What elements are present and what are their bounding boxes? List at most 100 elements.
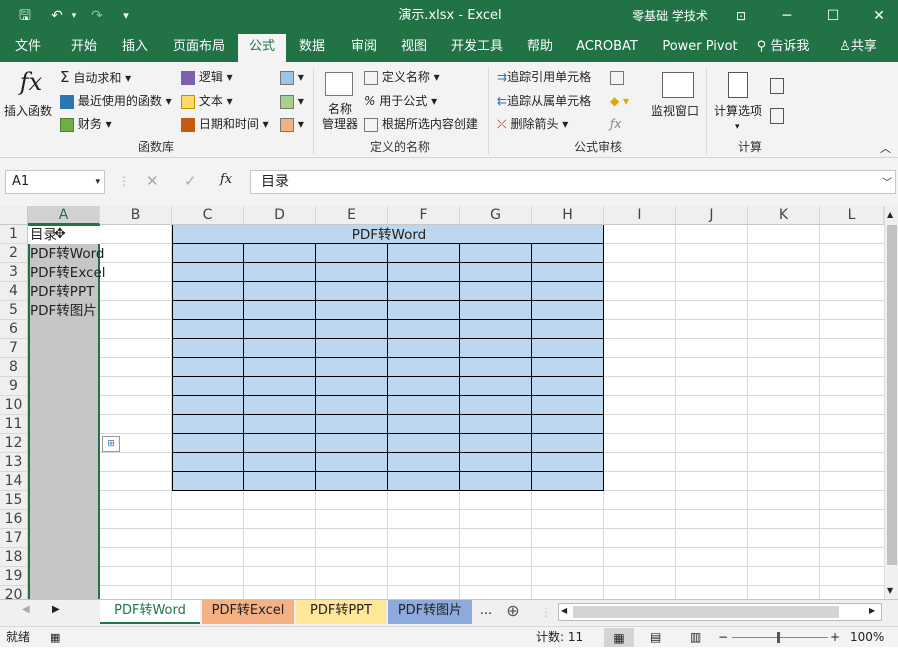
row-header-9[interactable]: 9 (0, 377, 28, 396)
column-header-h[interactable]: H (532, 206, 604, 225)
name-manager-button[interactable]: 名称 管理器 (320, 102, 360, 132)
calc-options-dropdown-icon[interactable]: ▾ (735, 118, 740, 136)
insert-function-fx-icon[interactable]: fx (220, 172, 232, 187)
column-header-e[interactable]: E (316, 206, 388, 225)
create-from-selection-button[interactable]: 根据所选内容创建 (364, 115, 478, 133)
row-header-11[interactable]: 11 (0, 415, 28, 434)
row-header-5[interactable]: 5 (0, 301, 28, 320)
maximize-button[interactable]: ☐ (810, 0, 856, 32)
scroll-left-icon[interactable]: ◀ (561, 606, 567, 615)
zoom-in-icon[interactable]: + (830, 627, 840, 648)
column-header-k[interactable]: K (748, 206, 820, 225)
sheet-tab-pdf-excel[interactable]: PDF转Excel (202, 600, 294, 624)
row-header-16[interactable]: 16 (0, 510, 28, 529)
tab-insert[interactable]: 插入 (112, 32, 158, 62)
cell-a3[interactable]: PDF转Excel (28, 264, 106, 282)
calculator-icon[interactable] (728, 72, 748, 98)
row-header-12[interactable]: 12 (0, 434, 28, 453)
user-name[interactable]: 零基础 学技术 (610, 0, 730, 32)
column-header-j[interactable]: J (676, 206, 748, 225)
cell-a5[interactable]: PDF转图片 (28, 302, 97, 320)
macro-record-icon[interactable]: ▦ (50, 627, 60, 648)
trace-precedents-button[interactable]: ⇉追踪引用单元格 (497, 68, 591, 86)
collapse-ribbon-icon[interactable]: ︿ (880, 140, 891, 158)
undo-icon[interactable]: ↶ (46, 6, 68, 26)
remove-arrows-button[interactable]: ⤫ 删除箭头 ▾ (497, 115, 568, 133)
worksheet[interactable]: A B C D E F G H I J K L 1 2 3 4 5 6 7 8 9 10 11 12 1… (0, 206, 898, 599)
row-header-19[interactable]: 19 (0, 567, 28, 586)
column-header-l[interactable]: L (820, 206, 884, 225)
normal-view-icon[interactable]: ▦ (604, 628, 634, 647)
watch-window-icon[interactable] (662, 72, 694, 98)
calculate-now-icon[interactable] (770, 78, 784, 94)
column-header-c[interactable]: C (172, 206, 244, 225)
enter-icon[interactable]: ✓ (184, 172, 197, 190)
redo-icon[interactable]: ↷ (86, 6, 108, 26)
financial-button[interactable]: 财务 ▾ (60, 115, 112, 133)
name-box[interactable]: A1 ▾ (5, 170, 105, 194)
datetime-button[interactable]: 日期和时间 ▾ (181, 115, 269, 133)
lookup-button[interactable]: ▾ (280, 68, 304, 86)
zoom-out-icon[interactable]: − (718, 627, 728, 648)
expand-formula-bar-icon[interactable]: ﹀ (882, 174, 892, 189)
name-manager-icon[interactable] (325, 72, 353, 96)
horizontal-scroll-thumb[interactable] (573, 606, 839, 618)
use-in-formula-button[interactable]: % 用于公式 ▾ (364, 92, 437, 110)
select-all-corner[interactable] (0, 206, 28, 225)
more-sheets[interactable]: ... (476, 600, 496, 624)
tab-page-layout[interactable]: 页面布局 (166, 32, 232, 62)
column-header-a[interactable]: A (28, 206, 100, 225)
tab-view[interactable]: 视图 (392, 32, 436, 62)
row-header-15[interactable]: 15 (0, 491, 28, 510)
horizontal-scrollbar[interactable]: ◀ ▶ (558, 603, 882, 621)
row-header-20[interactable]: 20 (0, 586, 28, 599)
tab-file[interactable]: 文件 (6, 32, 50, 62)
next-sheet-icon[interactable]: ▶ (52, 604, 60, 615)
row-header-1[interactable]: 1 (0, 225, 28, 244)
row-header-6[interactable]: 6 (0, 320, 28, 339)
define-name-button[interactable]: 定义名称 ▾ (364, 68, 440, 86)
zoom-level[interactable]: 100% (850, 627, 884, 648)
share-button[interactable]: ♙共享 (830, 32, 886, 62)
close-button[interactable]: ✕ (856, 0, 898, 32)
row-header-8[interactable]: 8 (0, 358, 28, 377)
math-button[interactable]: ▾ (280, 92, 304, 110)
row-header-18[interactable]: 18 (0, 548, 28, 567)
column-header-b[interactable]: B (100, 206, 172, 225)
trace-dependents-button[interactable]: ⇇追踪从属单元格 (497, 92, 591, 110)
tab-data[interactable]: 数据 (290, 32, 334, 62)
row-header-7[interactable]: 7 (0, 339, 28, 358)
cell-c1-merged[interactable]: PDF转Word (172, 226, 604, 244)
insert-function-button[interactable]: 插入函数 (4, 102, 52, 120)
row-header-4[interactable]: 4 (0, 282, 28, 301)
ribbon-display-icon[interactable]: ⊡ (718, 0, 764, 32)
cancel-icon[interactable]: ✕ (146, 172, 159, 190)
sheet-tab-pdf-image[interactable]: PDF转图片 (388, 600, 472, 624)
zoom-slider[interactable] (732, 637, 828, 638)
text-button[interactable]: 文本 ▾ (181, 92, 233, 110)
row-header-14[interactable]: 14 (0, 472, 28, 491)
tell-me[interactable]: ⚲ 告诉我 (752, 32, 814, 62)
minimize-button[interactable]: ─ (764, 0, 810, 32)
tab-formulas[interactable]: 公式 (238, 34, 286, 62)
scroll-up-icon[interactable]: ▲ (887, 210, 893, 219)
tab-help[interactable]: 帮助 (518, 32, 562, 62)
show-formulas-icon[interactable] (610, 68, 624, 86)
column-header-i[interactable]: I (604, 206, 676, 225)
insert-function-icon[interactable]: fx (16, 68, 46, 98)
add-sheet-icon[interactable]: ⊕ (502, 600, 524, 624)
save-icon[interactable]: 🖫 (14, 6, 36, 26)
logical-button[interactable]: 逻辑 ▾ (181, 68, 233, 86)
row-header-10[interactable]: 10 (0, 396, 28, 415)
name-box-dropdown-icon[interactable]: ▾ (95, 171, 100, 193)
customize-quick-access-icon[interactable]: ▾ (118, 6, 134, 26)
error-checking-icon[interactable]: ◆ ▾ (610, 92, 629, 110)
cell-a2[interactable]: PDF转Word (28, 245, 105, 263)
prev-sheet-icon[interactable]: ◀ (22, 604, 30, 615)
undo-dropdown-icon[interactable]: ▾ (68, 6, 80, 26)
row-header-2[interactable]: 2 (0, 244, 28, 263)
page-break-view-icon[interactable]: ▥ (690, 627, 701, 648)
sheet-tab-pdf-word[interactable]: PDF转Word (100, 600, 200, 624)
paste-options-icon[interactable]: ⊞ (102, 436, 120, 452)
row-header-17[interactable]: 17 (0, 529, 28, 548)
